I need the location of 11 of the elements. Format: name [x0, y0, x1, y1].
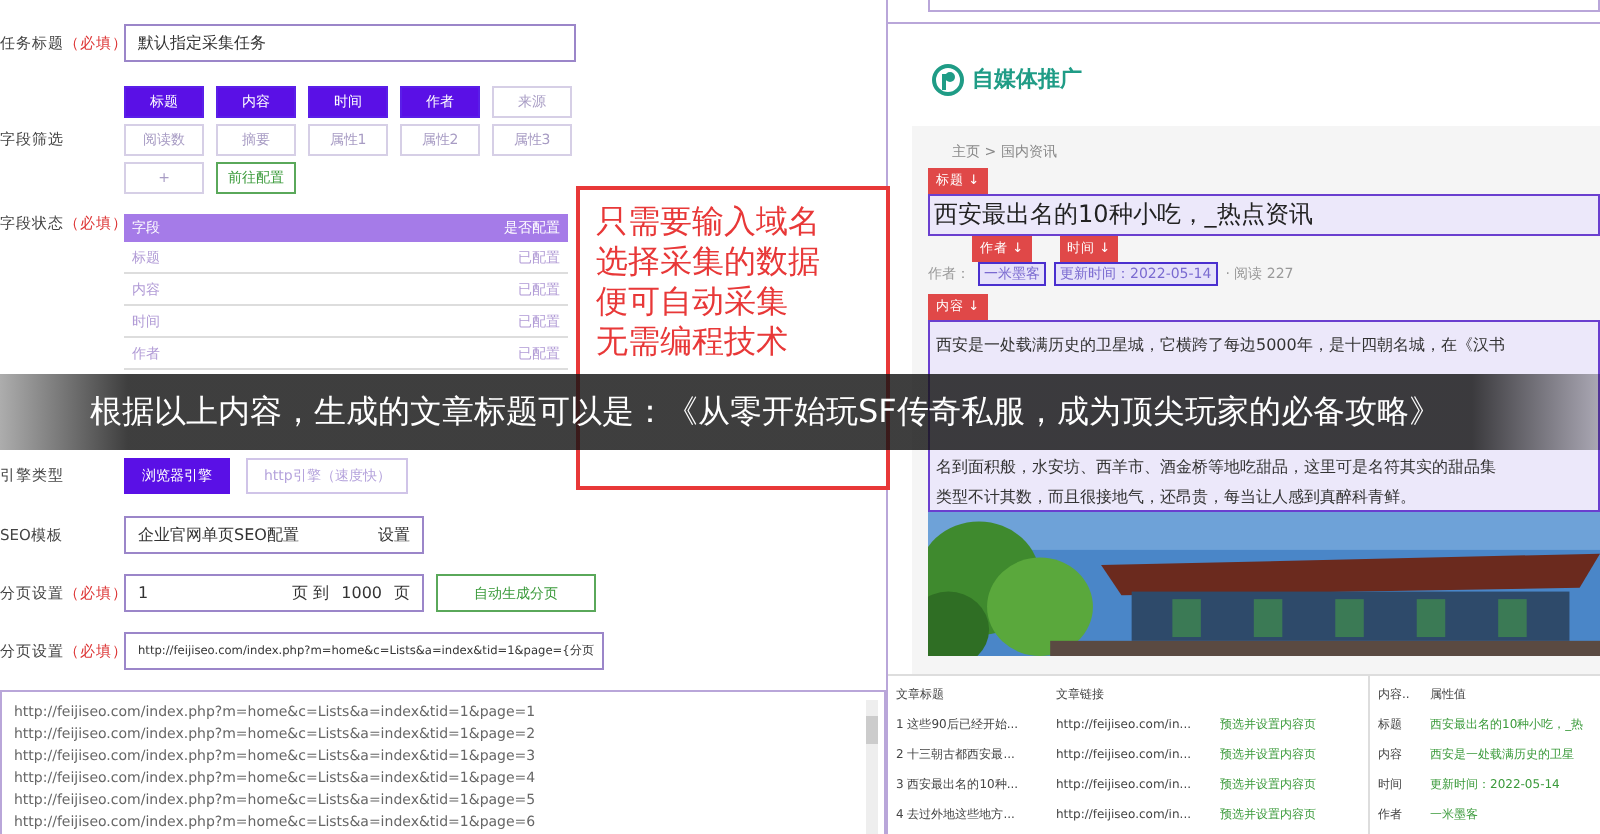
seo-template-select[interactable]: 企业官网单页SEO配置 设置 [124, 516, 424, 554]
page-range-field[interactable]: 1 页 到 1000 页 [124, 574, 424, 612]
task-title-input[interactable]: 默认指定采集任务 [124, 24, 576, 62]
annotation-text: 便可自动采集 [596, 282, 790, 322]
logo-icon [932, 63, 964, 95]
caption-text: 根据以上内容，生成的文章标题可以是：《从零开始玩SF传奇私服，成为顶尖玩家的必备攻略》 [90, 391, 1441, 433]
annotation-text: 无需编程技术 [596, 322, 790, 362]
article-title: 西安最出名的10种小吃，_热点资讯 [928, 194, 1600, 236]
annotation-text: 只需要输入域名 [596, 202, 822, 242]
annotation-text: 选择采集的数据 [596, 242, 822, 282]
site-logo: 自媒体推广 [972, 64, 1082, 94]
